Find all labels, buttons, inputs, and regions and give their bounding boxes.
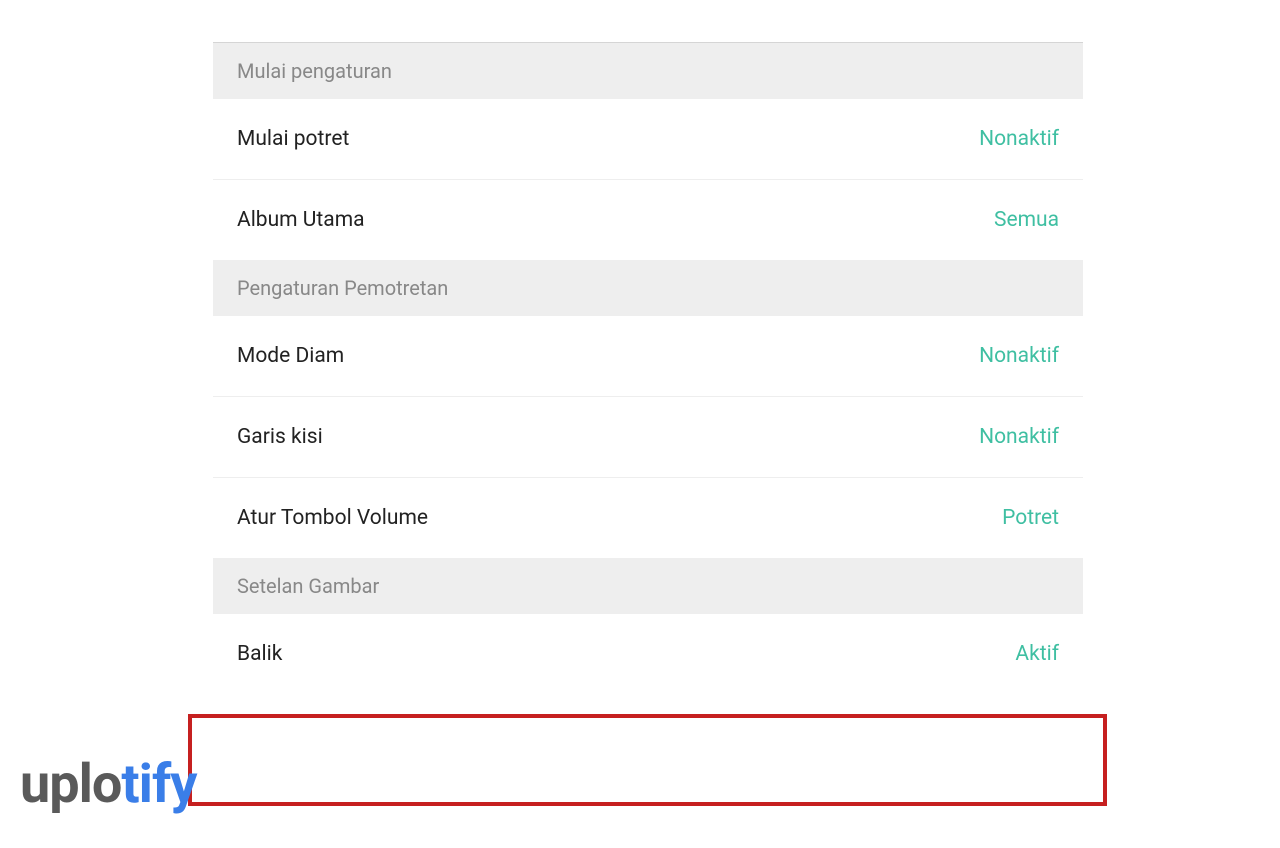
section-header-label: Setelan Gambar <box>237 574 379 598</box>
watermark-part2: tify <box>121 753 196 816</box>
highlight-annotation <box>188 714 1107 806</box>
row-label: Mulai potret <box>237 127 349 151</box>
row-value: Nonaktif <box>979 344 1059 368</box>
row-value: Aktif <box>1015 642 1059 666</box>
watermark-part1: uplo <box>20 753 121 816</box>
row-atur-tombol-volume[interactable]: Atur Tombol Volume Potret <box>213 478 1083 558</box>
section-header-image: Setelan Gambar <box>213 558 1083 614</box>
row-balik[interactable]: Balik Aktif <box>213 614 1083 694</box>
row-value: Potret <box>1002 506 1059 530</box>
row-label: Atur Tombol Volume <box>237 506 428 530</box>
section-header-shooting: Pengaturan Pemotretan <box>213 260 1083 316</box>
row-garis-kisi[interactable]: Garis kisi Nonaktif <box>213 397 1083 478</box>
row-value: Nonaktif <box>979 425 1059 449</box>
row-label: Balik <box>237 642 282 666</box>
watermark: uplotify <box>20 753 196 816</box>
row-mode-diam[interactable]: Mode Diam Nonaktif <box>213 316 1083 397</box>
row-album-utama[interactable]: Album Utama Semua <box>213 180 1083 260</box>
section-header-label: Pengaturan Pemotretan <box>237 276 448 300</box>
row-label: Garis kisi <box>237 425 323 449</box>
settings-list: Mulai pengaturan Mulai potret Nonaktif A… <box>213 42 1083 694</box>
section-header-label: Mulai pengaturan <box>237 59 392 83</box>
row-value: Nonaktif <box>979 127 1059 151</box>
row-mulai-potret[interactable]: Mulai potret Nonaktif <box>213 99 1083 180</box>
row-label: Mode Diam <box>237 344 344 368</box>
row-label: Album Utama <box>237 208 365 232</box>
section-header-start: Mulai pengaturan <box>213 42 1083 99</box>
row-value: Semua <box>994 208 1059 232</box>
